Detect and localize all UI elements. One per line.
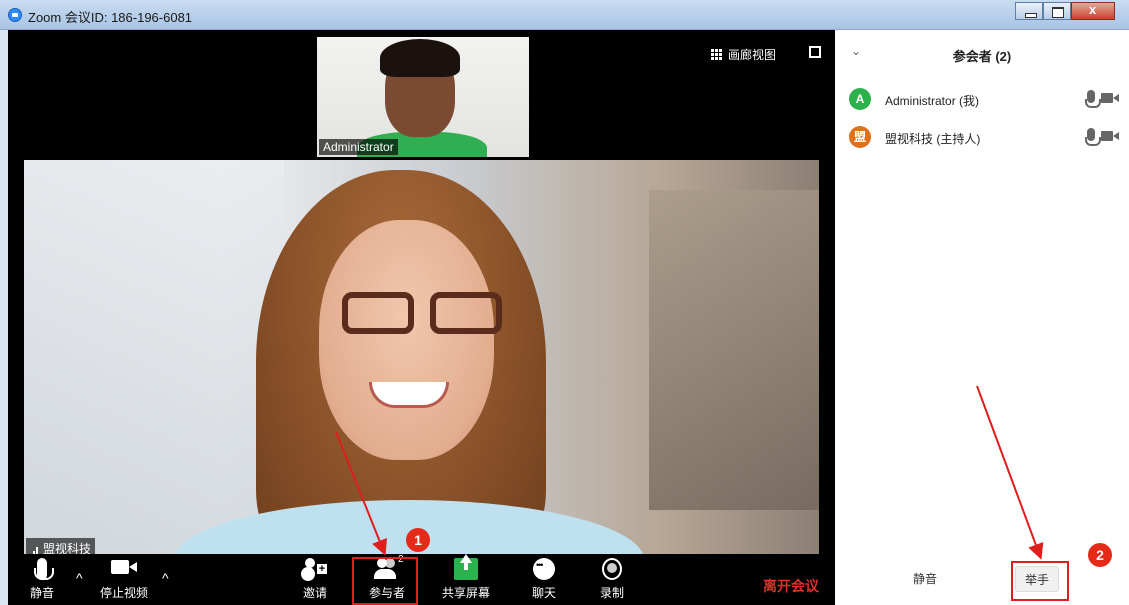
zoom-window: Zoom 会议ID: 186-196-6081 Administrator 画廊… (0, 0, 1129, 605)
zoom-logo-icon (8, 8, 22, 22)
step-marker-2: 2 (1088, 543, 1112, 567)
stop-video-button[interactable]: 停止视频 (92, 558, 156, 601)
close-button[interactable] (1071, 2, 1115, 20)
glasses-lens-left (342, 292, 414, 334)
participant-row[interactable]: A Administrator (我) (835, 86, 1129, 116)
gallery-view-button[interactable]: 画廊视图 (711, 46, 776, 63)
microphone-icon (1085, 128, 1101, 146)
speaker-glasses (342, 292, 517, 342)
fullscreen-icon[interactable] (809, 46, 821, 58)
video-area: Administrator 画廊视图 盟视科技 静音 ^ 停止视频 ^ + 邀请… (8, 30, 835, 605)
video-camera-icon (1101, 130, 1119, 142)
participants-panel: ⌄ 参会者 (2) A Administrator (我) 盟 盟视科技 (主持… (835, 30, 1129, 605)
thumbnail-hair (380, 39, 460, 77)
mute-label: 静音 (29, 586, 54, 600)
active-speaker-video[interactable] (24, 160, 819, 554)
video-background-left (24, 160, 284, 554)
participant-name: 盟视科技 (主持人) (885, 132, 981, 146)
stop-video-label: 停止视频 (99, 586, 148, 600)
chat-bubble-icon (533, 558, 555, 580)
mute-all-button[interactable]: 静音 (905, 566, 945, 592)
invite-button[interactable]: 邀请 (295, 558, 335, 601)
minimize-button[interactable] (1015, 2, 1043, 20)
video-camera-icon (111, 558, 137, 580)
audio-options-chevron-icon[interactable]: ^ (76, 570, 83, 586)
title-bar: Zoom 会议ID: 186-196-6081 (0, 0, 1129, 30)
share-screen-label: 共享屏幕 (441, 586, 490, 600)
record-button[interactable]: 录制 (592, 558, 632, 601)
thumbnail-video[interactable]: Administrator (317, 37, 529, 157)
video-background-right (649, 190, 819, 510)
participants-highlight-box (352, 557, 418, 605)
invite-person-icon (303, 558, 327, 580)
meeting-toolbar: 静音 ^ 停止视频 ^ 邀请 2 参与者 共享屏幕 (8, 554, 835, 605)
grid-icon (711, 49, 722, 60)
participant-name: Administrator (我) (885, 94, 980, 108)
window-title: Zoom 会议ID: 186-196-6081 (28, 10, 193, 25)
panel-header: ⌄ 参会者 (2) (835, 44, 1129, 68)
microphone-icon (1085, 90, 1101, 108)
invite-label: 邀请 (302, 586, 327, 600)
share-screen-icon (454, 554, 478, 580)
leave-meeting-button[interactable]: 离开会议 (763, 576, 819, 596)
share-screen-button[interactable]: 共享屏幕 (436, 554, 496, 601)
chat-button[interactable]: 聊天 (524, 558, 564, 601)
step-marker-1: 1 (406, 528, 430, 552)
raise-hand-highlight-box (1011, 561, 1069, 601)
video-camera-icon (1101, 92, 1119, 104)
record-label: 录制 (599, 586, 624, 600)
participant-row[interactable]: 盟 盟视科技 (主持人) (835, 124, 1129, 154)
panel-title: 参会者 (2) (952, 49, 1012, 64)
gallery-view-label: 画廊视图 (728, 48, 777, 62)
window-controls (1015, 2, 1115, 20)
avatar: A (849, 88, 871, 110)
record-icon (602, 558, 622, 580)
glasses-lens-right (430, 292, 502, 334)
maximize-button[interactable] (1043, 2, 1071, 20)
avatar: 盟 (849, 126, 871, 148)
thumbnail-name-label: Administrator (319, 139, 398, 155)
chat-label: 聊天 (531, 586, 556, 600)
mute-button[interactable]: 静音 (24, 558, 60, 601)
microphone-icon (34, 558, 54, 580)
video-options-chevron-icon[interactable]: ^ (162, 570, 169, 586)
